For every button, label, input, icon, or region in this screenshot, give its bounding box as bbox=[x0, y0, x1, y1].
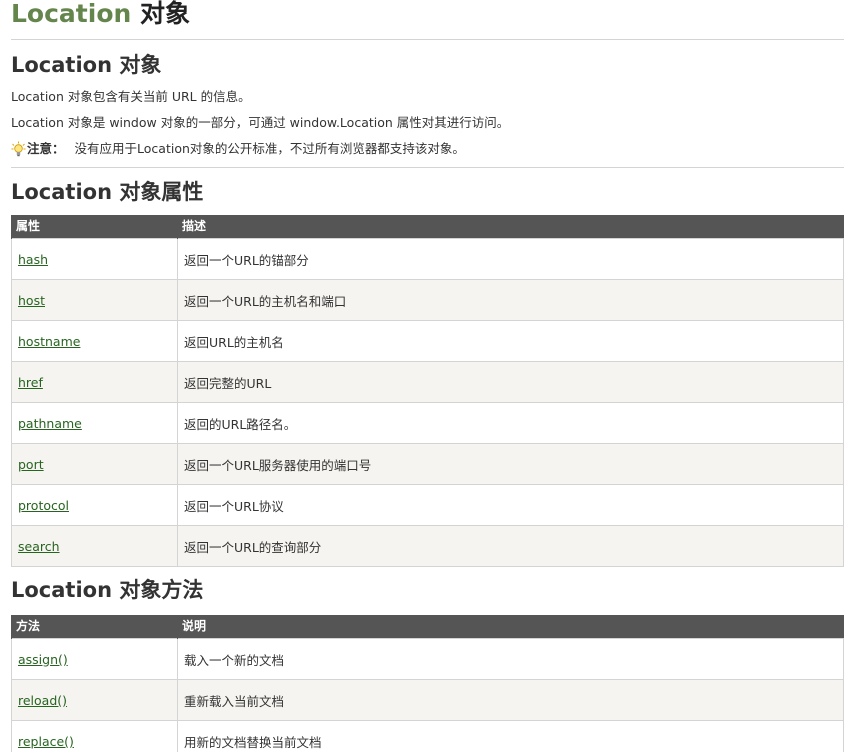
table-row: hostname 返回URL的主机名 bbox=[11, 320, 844, 362]
page-title-rest: 对象 bbox=[131, 0, 191, 28]
description-cell: 返回一个URL的主机名和端口 bbox=[177, 279, 844, 321]
note-label: 注意： bbox=[27, 141, 65, 156]
section-heading-methods: Location 对象方法 bbox=[11, 578, 204, 602]
property-cell: hash bbox=[11, 238, 178, 280]
property-cell: pathname bbox=[11, 402, 178, 444]
property-cell: search bbox=[11, 525, 178, 567]
property-link-hash[interactable]: hash bbox=[18, 252, 48, 267]
method-cell: replace() bbox=[11, 720, 178, 752]
table-row: href 返回完整的URL bbox=[11, 361, 844, 403]
note-text: 没有应用于Location对象的公开标准，不过所有浏览器都支持该对象。 bbox=[74, 141, 465, 156]
method-link-assign[interactable]: assign() bbox=[18, 652, 68, 667]
description-cell: 用新的文档替换当前文档 bbox=[177, 720, 844, 752]
property-cell: href bbox=[11, 361, 178, 403]
description-cell: 重新载入当前文档 bbox=[177, 679, 844, 721]
section-heading-properties: Location 对象属性 bbox=[11, 180, 204, 204]
table-row: host 返回一个URL的主机名和端口 bbox=[11, 279, 844, 321]
note-paragraph: 注意： 没有应用于Location对象的公开标准，不过所有浏览器都支持该对象。 bbox=[11, 141, 844, 157]
page-title-accent: Location bbox=[11, 0, 132, 28]
description-cell: 返回一个URL服务器使用的端口号 bbox=[177, 443, 844, 485]
page: Location 对象 Location 对象 Location 对象包含有关当… bbox=[0, 0, 865, 752]
lightbulb-icon bbox=[11, 141, 26, 157]
table-row: pathname 返回的URL路径名。 bbox=[11, 402, 844, 444]
table-row: assign() 载入一个新的文档 bbox=[11, 638, 844, 680]
method-cell: assign() bbox=[11, 638, 178, 680]
properties-table: 属性 描述 hash 返回一个URL的锚部分 host 返回一个URL的主机名和… bbox=[11, 215, 844, 567]
method-cell: reload() bbox=[11, 679, 178, 721]
property-link-search[interactable]: search bbox=[18, 539, 60, 554]
description-cell: 返回一个URL协议 bbox=[177, 484, 844, 526]
property-cell: host bbox=[11, 279, 178, 321]
property-link-host[interactable]: host bbox=[18, 293, 45, 308]
table-row: port 返回一个URL服务器使用的端口号 bbox=[11, 443, 844, 485]
property-link-hostname[interactable]: hostname bbox=[18, 334, 80, 349]
divider bbox=[11, 167, 844, 168]
table-row: replace() 用新的文档替换当前文档 bbox=[11, 720, 844, 752]
property-link-pathname[interactable]: pathname bbox=[18, 416, 82, 431]
methods-table: 方法 说明 assign() 载入一个新的文档 reload() 重新载入当前文… bbox=[11, 615, 844, 752]
column-header-explanation: 说明 bbox=[177, 615, 844, 639]
method-link-replace[interactable]: replace() bbox=[18, 734, 74, 749]
column-header-property: 属性 bbox=[11, 215, 178, 239]
table-row: reload() 重新载入当前文档 bbox=[11, 679, 844, 721]
section-heading-location: Location 对象 bbox=[11, 53, 162, 77]
property-cell: port bbox=[11, 443, 178, 485]
property-link-port[interactable]: port bbox=[18, 457, 44, 472]
description-cell: 返回一个URL的查询部分 bbox=[177, 525, 844, 567]
method-link-reload[interactable]: reload() bbox=[18, 693, 67, 708]
description-cell: 返回的URL路径名。 bbox=[177, 402, 844, 444]
table-row: protocol 返回一个URL协议 bbox=[11, 484, 844, 526]
description-cell: 返回一个URL的锚部分 bbox=[177, 238, 844, 280]
property-link-protocol[interactable]: protocol bbox=[18, 498, 69, 513]
description-cell: 载入一个新的文档 bbox=[177, 638, 844, 680]
intro-paragraph-2: Location 对象是 window 对象的一部分，可通过 window.Lo… bbox=[11, 115, 510, 130]
description-cell: 返回完整的URL bbox=[177, 361, 844, 403]
page-title: Location 对象 bbox=[11, 0, 844, 30]
table-row: search 返回一个URL的查询部分 bbox=[11, 525, 844, 567]
column-header-method: 方法 bbox=[11, 615, 178, 639]
table-header-row: 方法 说明 bbox=[11, 615, 844, 639]
property-link-href[interactable]: href bbox=[18, 375, 43, 390]
description-cell: 返回URL的主机名 bbox=[177, 320, 844, 362]
property-cell: hostname bbox=[11, 320, 178, 362]
property-cell: protocol bbox=[11, 484, 178, 526]
column-header-description: 描述 bbox=[177, 215, 844, 239]
table-header-row: 属性 描述 bbox=[11, 215, 844, 239]
divider bbox=[11, 39, 844, 40]
intro-paragraph-1: Location 对象包含有关当前 URL 的信息。 bbox=[11, 89, 251, 104]
table-row: hash 返回一个URL的锚部分 bbox=[11, 238, 844, 280]
